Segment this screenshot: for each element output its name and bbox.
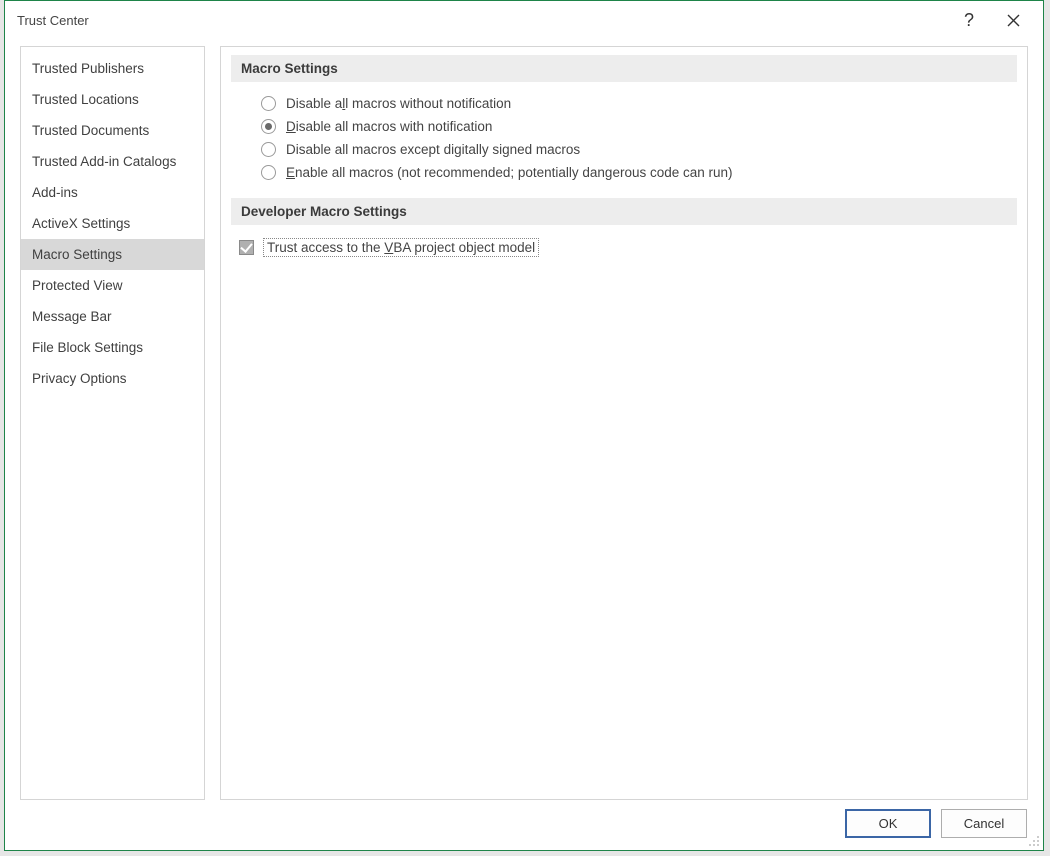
sidebar-item-label: File Block Settings — [32, 340, 143, 355]
radio-label: Disable all macros without notification — [286, 96, 511, 111]
radio-disable-except-signed[interactable]: Disable all macros except digitally sign… — [261, 138, 1017, 161]
radio-disable-with-notify[interactable]: Disable all macros with notification — [261, 115, 1017, 138]
sidebar-item-label: Trusted Locations — [32, 92, 139, 107]
sidebar-item-macro-settings[interactable]: Macro Settings — [21, 239, 204, 270]
content-panel: Macro Settings Disable all macros withou… — [220, 46, 1028, 800]
macro-options: Disable all macros without notification … — [231, 92, 1017, 184]
help-button[interactable]: ? — [947, 5, 991, 35]
dialog-body: Trusted Publishers Trusted Locations Tru… — [20, 46, 1028, 800]
sidebar-item-label: Trusted Add-in Catalogs — [32, 154, 176, 169]
ok-button[interactable]: OK — [845, 809, 931, 838]
sidebar-item-trusted-publishers[interactable]: Trusted Publishers — [21, 53, 204, 84]
radio-label: Disable all macros with notification — [286, 119, 492, 134]
sidebar-item-file-block-settings[interactable]: File Block Settings — [21, 332, 204, 363]
sidebar-item-trusted-addin-catalogs[interactable]: Trusted Add-in Catalogs — [21, 146, 204, 177]
sidebar-item-label: ActiveX Settings — [32, 216, 130, 231]
section-header-dev: Developer Macro Settings — [231, 198, 1017, 225]
checkbox-input[interactable] — [239, 240, 254, 255]
sidebar-item-label: Privacy Options — [32, 371, 127, 386]
sidebar-item-label: Macro Settings — [32, 247, 122, 262]
resize-grip[interactable] — [1029, 836, 1041, 848]
cancel-button[interactable]: Cancel — [941, 809, 1027, 838]
sidebar-item-label: Trusted Publishers — [32, 61, 144, 76]
sidebar-item-message-bar[interactable]: Message Bar — [21, 301, 204, 332]
sidebar-item-label: Message Bar — [32, 309, 112, 324]
radio-label: Enable all macros (not recommended; pote… — [286, 165, 733, 180]
window-title: Trust Center — [17, 13, 947, 28]
sidebar-item-trusted-documents[interactable]: Trusted Documents — [21, 115, 204, 146]
sidebar-item-label: Trusted Documents — [32, 123, 149, 138]
radio-input[interactable] — [261, 96, 276, 111]
close-button[interactable] — [991, 5, 1035, 35]
titlebar: Trust Center ? — [5, 1, 1043, 39]
radio-input[interactable] — [261, 142, 276, 157]
section-header-macro: Macro Settings — [231, 55, 1017, 82]
radio-disable-no-notify[interactable]: Disable all macros without notification — [261, 92, 1017, 115]
radio-input[interactable] — [261, 119, 276, 134]
sidebar-item-label: Protected View — [32, 278, 123, 293]
checkbox-label: Trust access to the VBA project object m… — [264, 239, 538, 256]
trust-center-dialog: Trust Center ? Trusted Publishers Truste… — [4, 0, 1044, 851]
radio-enable-all[interactable]: Enable all macros (not recommended; pote… — [261, 161, 1017, 184]
close-icon — [1007, 14, 1020, 27]
sidebar-item-protected-view[interactable]: Protected View — [21, 270, 204, 301]
sidebar: Trusted Publishers Trusted Locations Tru… — [20, 46, 205, 800]
checkbox-trust-vba[interactable]: Trust access to the VBA project object m… — [231, 235, 1017, 260]
footer: OK Cancel — [845, 809, 1027, 838]
sidebar-item-privacy-options[interactable]: Privacy Options — [21, 363, 204, 394]
radio-label: Disable all macros except digitally sign… — [286, 142, 580, 157]
sidebar-item-activex-settings[interactable]: ActiveX Settings — [21, 208, 204, 239]
sidebar-item-label: Add-ins — [32, 185, 78, 200]
sidebar-item-add-ins[interactable]: Add-ins — [21, 177, 204, 208]
sidebar-item-trusted-locations[interactable]: Trusted Locations — [21, 84, 204, 115]
radio-input[interactable] — [261, 165, 276, 180]
